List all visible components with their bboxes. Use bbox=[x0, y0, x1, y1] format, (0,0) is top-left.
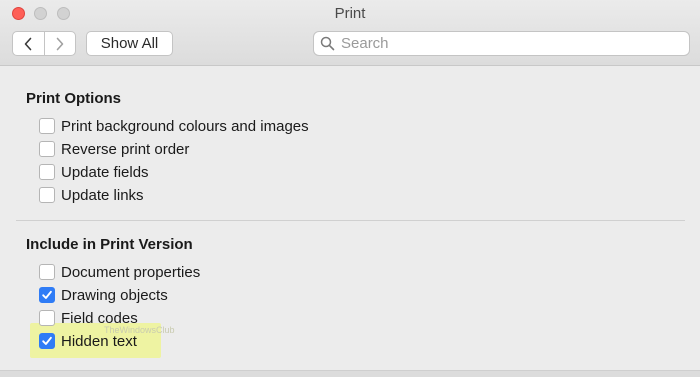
option-reverse-print-order[interactable]: Reverse print order bbox=[39, 140, 189, 158]
option-field-codes[interactable]: Field codes bbox=[39, 309, 138, 327]
option-label: Update fields bbox=[61, 163, 149, 181]
option-hidden-text[interactable]: Hidden text bbox=[39, 332, 137, 350]
back-forward-group bbox=[12, 31, 76, 56]
option-label: Document properties bbox=[61, 263, 201, 281]
option-label: Update links bbox=[61, 186, 144, 204]
option-print-background[interactable]: Print background colours and images bbox=[39, 117, 309, 135]
section-divider bbox=[16, 220, 685, 221]
section-title-print-options: Print Options bbox=[26, 90, 121, 107]
window-title: Print bbox=[334, 5, 366, 22]
window-titlebar: Print Show All bbox=[0, 0, 700, 66]
checkbox[interactable] bbox=[39, 187, 55, 203]
option-label: Hidden text bbox=[61, 332, 137, 350]
search-input[interactable] bbox=[341, 35, 671, 52]
option-label: Reverse print order bbox=[61, 140, 190, 158]
option-drawing-objects[interactable]: Drawing objects bbox=[39, 286, 168, 304]
option-label: Print background colours and images bbox=[61, 117, 309, 135]
option-label: Drawing objects bbox=[61, 286, 168, 304]
section-title-include-in-print-version: Include in Print Version bbox=[26, 236, 193, 253]
option-update-links[interactable]: Update links bbox=[39, 186, 144, 204]
option-label: Field codes bbox=[61, 309, 138, 327]
search-icon bbox=[320, 36, 335, 51]
forward-button[interactable] bbox=[43, 32, 76, 55]
checkbox-checked[interactable] bbox=[39, 333, 55, 349]
option-update-fields[interactable]: Update fields bbox=[39, 163, 149, 181]
option-document-properties[interactable]: Document properties bbox=[39, 263, 200, 281]
checkbox[interactable] bbox=[39, 118, 55, 134]
back-button[interactable] bbox=[13, 32, 44, 55]
show-all-button[interactable]: Show All bbox=[86, 31, 173, 56]
checkbox[interactable] bbox=[39, 264, 55, 280]
checkmark-icon bbox=[42, 290, 52, 299]
chevron-right-icon bbox=[56, 37, 64, 50]
checkbox[interactable] bbox=[39, 310, 55, 326]
checkbox[interactable] bbox=[39, 164, 55, 180]
search-field[interactable] bbox=[313, 31, 690, 56]
checkmark-icon bbox=[42, 336, 52, 345]
checkbox[interactable] bbox=[39, 141, 55, 157]
chevron-left-icon bbox=[24, 37, 32, 50]
checkbox-checked[interactable] bbox=[39, 287, 55, 303]
